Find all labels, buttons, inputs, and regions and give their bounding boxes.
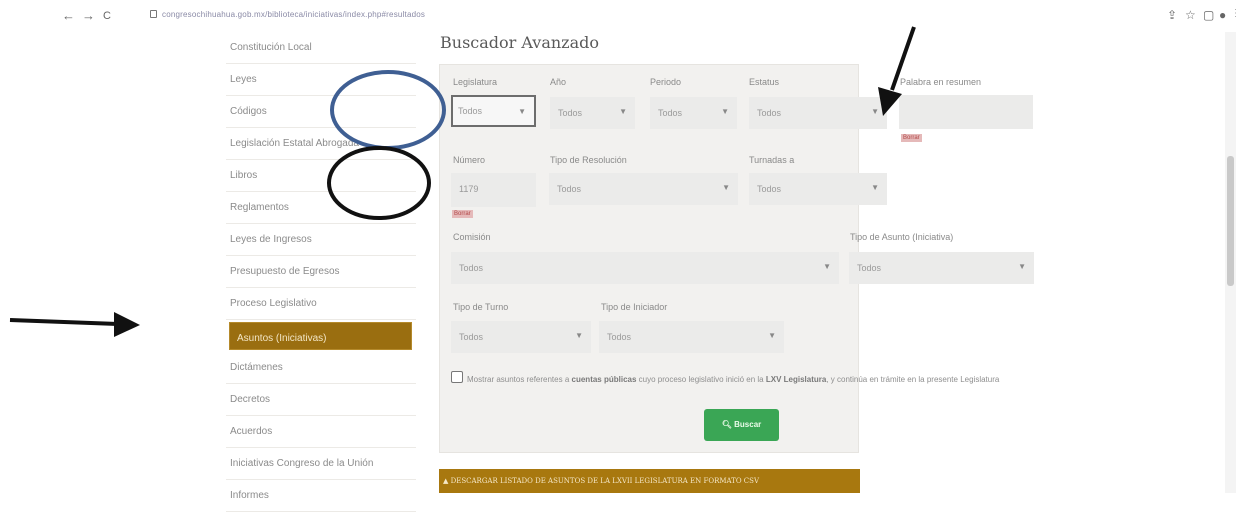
turnadas-value: Todos <box>757 184 782 194</box>
scrollbar-thumb[interactable] <box>1227 156 1234 286</box>
forward-arrow-icon[interactable]: → <box>82 8 95 24</box>
chevron-down-icon: ▼ <box>823 262 831 271</box>
browser-toolbar: ← → C congresochihuahua.gob.mx/bibliotec… <box>0 0 1236 32</box>
cuentas-publicas-label: Mostrar asuntos referentes a cuentas púb… <box>467 375 1000 384</box>
anio-value: Todos <box>558 108 583 118</box>
comision-select[interactable]: Todos ▼ <box>451 252 839 284</box>
legislatura-select[interactable]: Todos ▼ <box>451 95 536 127</box>
menu-kebab-icon[interactable]: ⋮ <box>1231 8 1236 19</box>
comision-label: Comisión <box>453 232 491 242</box>
sidebar-item-codigos[interactable]: Códigos <box>226 96 416 128</box>
comision-value: Todos <box>459 263 484 273</box>
sidebar-item-asuntos[interactable]: Asuntos (Iniciativas) <box>229 322 412 350</box>
tipo-turno-label: Tipo de Turno <box>453 302 509 312</box>
search-icon: 🔍︎ <box>721 420 732 429</box>
tipo-asunto-select[interactable]: Todos ▼ <box>849 252 1034 284</box>
sidebar-item-libros[interactable]: Libros <box>226 160 416 192</box>
sidebar-nav: Constitución Local Leyes Códigos Legisla… <box>226 32 416 512</box>
periodo-value: Todos <box>658 108 683 118</box>
numero-label: Número <box>453 155 486 165</box>
estatus-label: Estatus <box>749 77 780 87</box>
sidebar-item-acuerdos[interactable]: Acuerdos <box>226 416 416 448</box>
estatus-select[interactable]: Todos ▼ <box>749 97 887 129</box>
sidebar-item-iniciativas-union[interactable]: Iniciativas Congreso de la Unión <box>226 448 416 480</box>
legislatura-label: Legislatura <box>453 77 498 87</box>
anio-label: Año <box>550 77 567 87</box>
chevron-down-icon: ▼ <box>871 183 879 192</box>
chevron-down-icon: ▼ <box>575 331 583 340</box>
tipo-resolucion-label: Tipo de Resolución <box>550 155 627 165</box>
chevron-down-icon: ▼ <box>1018 262 1026 271</box>
tipo-resolucion-value: Todos <box>557 184 582 194</box>
sidebar-item-decretos[interactable]: Decretos <box>226 384 416 416</box>
chevron-down-icon: ▼ <box>518 107 526 116</box>
sidebar-item-constitucion[interactable]: Constitución Local <box>226 32 416 64</box>
chevron-down-icon: ▼ <box>619 107 627 116</box>
tipo-iniciador-value: Todos <box>607 332 632 342</box>
warning-icon: ▲ <box>443 477 449 485</box>
chevron-down-icon: ▼ <box>768 331 776 340</box>
search-button[interactable]: 🔍︎ Buscar <box>704 409 779 441</box>
tipo-resolucion-select[interactable]: Todos ▼ <box>549 173 738 205</box>
sidebar-item-reglamentos[interactable]: Reglamentos <box>226 192 416 224</box>
legislatura-value: Todos <box>458 106 483 116</box>
sidebar-item-leyes-ingresos[interactable]: Leyes de Ingresos <box>226 224 416 256</box>
tipo-turno-select[interactable]: Todos ▼ <box>451 321 591 353</box>
periodo-select[interactable]: Todos ▼ <box>650 97 737 129</box>
bookmark-star-icon[interactable]: ☆ <box>1185 8 1196 22</box>
arrow-annotation-left <box>9 312 140 337</box>
chevron-down-icon: ▼ <box>871 107 879 116</box>
numero-input[interactable]: 1179 <box>451 173 536 207</box>
estatus-value: Todos <box>757 108 782 118</box>
tipo-iniciador-label: Tipo de Iniciador <box>601 302 668 312</box>
back-arrow-icon[interactable]: ← <box>62 8 75 24</box>
sidebar-item-legislacion-abrogada[interactable]: Legislación Estatal Abrogada <box>226 128 416 160</box>
share-icon[interactable]: ⇪ <box>1167 8 1177 22</box>
address-bar[interactable]: congresochihuahua.gob.mx/biblioteca/inic… <box>162 10 425 19</box>
sidebar-item-proceso-legislativo[interactable]: Proceso Legislativo <box>226 288 416 320</box>
tipo-asunto-label: Tipo de Asunto (Iniciativa) <box>850 232 954 242</box>
sidepanel-icon[interactable]: ▢ <box>1203 8 1214 22</box>
tipo-asunto-value: Todos <box>857 263 882 273</box>
periodo-label: Periodo <box>650 77 682 87</box>
page-title: Buscador Avanzado <box>440 33 600 52</box>
palabra-label: Palabra en resumen <box>900 77 982 87</box>
borrar-badge[interactable]: Borrar <box>452 210 473 218</box>
reload-icon[interactable]: C <box>103 8 111 24</box>
borrar-badge[interactable]: Borrar <box>901 134 922 142</box>
sidebar-item-informes[interactable]: Informes <box>226 480 416 512</box>
sidebar-item-presupuesto[interactable]: Presupuesto de Egresos <box>226 256 416 288</box>
tipo-turno-value: Todos <box>459 332 484 342</box>
anio-select[interactable]: Todos ▼ <box>550 97 635 129</box>
palabra-input[interactable] <box>899 95 1033 129</box>
lock-icon <box>150 10 157 18</box>
sidebar-item-leyes[interactable]: Leyes <box>226 64 416 96</box>
sidebar-item-dictamenes[interactable]: Dictámenes <box>226 352 416 384</box>
tipo-iniciador-select[interactable]: Todos ▼ <box>599 321 784 353</box>
chevron-down-icon: ▼ <box>722 183 730 192</box>
chevron-down-icon: ▼ <box>721 107 729 116</box>
profile-icon[interactable]: ● <box>1219 8 1226 22</box>
turnadas-label: Turnadas a <box>749 155 795 165</box>
turnadas-select[interactable]: Todos ▼ <box>749 173 887 205</box>
download-csv-button[interactable]: ▲ DESCARGAR LISTADO DE ASUNTOS DE LA LXV… <box>439 469 860 493</box>
